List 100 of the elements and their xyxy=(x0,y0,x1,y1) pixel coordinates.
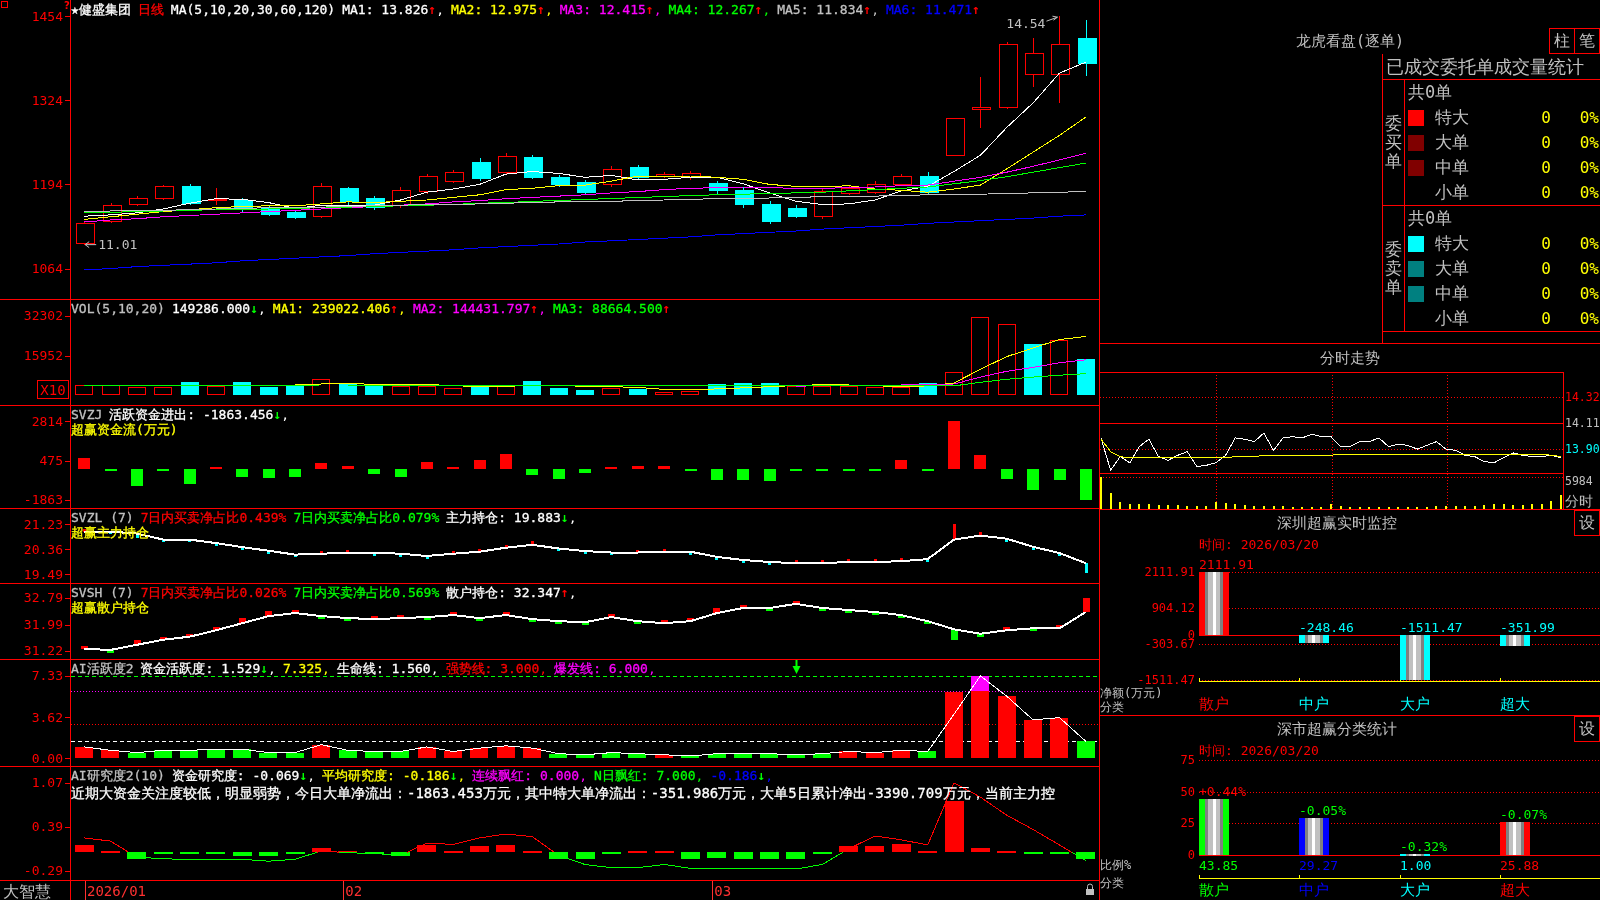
order-percent: 0% xyxy=(1578,158,1600,177)
legend-text: SVZL (7) xyxy=(71,510,134,525)
axis-tick-label: 1454 xyxy=(31,8,71,24)
y-tick-label: 1454 xyxy=(31,8,64,24)
price-candle xyxy=(313,182,332,219)
y-tick-label: 7.33 xyxy=(31,668,63,684)
category-label: 散户 xyxy=(1199,881,1229,899)
legend-separator: , xyxy=(436,2,444,17)
price-candle xyxy=(1025,37,1044,88)
scale-unit-label: X10 xyxy=(37,380,69,399)
trend-arrow: ↑ xyxy=(537,2,545,17)
legend-separator: , xyxy=(539,661,548,676)
settings-button[interactable]: 设 xyxy=(1574,716,1600,742)
chart-title: 深市超赢分类统计 xyxy=(1277,719,1397,739)
axis-label: 比例% xyxy=(1100,858,1132,872)
legend-separator: , xyxy=(538,301,546,316)
high-price-label: 14.54 xyxy=(1006,15,1058,31)
category-label: 大户 xyxy=(1400,695,1430,713)
legend-text: N日飘红: 7.000 xyxy=(594,768,696,783)
legend-separator: , xyxy=(765,768,774,783)
legend-text: MA5: 11.834 xyxy=(777,2,864,17)
order-total: 共0单 xyxy=(1408,81,1453,104)
legend-text: 超赢资金流(万元) xyxy=(71,422,178,437)
order-percent: 0% xyxy=(1578,284,1600,303)
price-candle xyxy=(129,195,148,207)
chart-mode-button[interactable]: 笔 xyxy=(1574,28,1600,54)
legend-text: MA2: 144431.797 xyxy=(412,301,531,316)
legend-text: MA(5,10,20,30,60,120) xyxy=(170,2,336,17)
axis-tick-label: 2814 xyxy=(31,413,71,429)
order-size-label: 特大 xyxy=(1435,106,1470,129)
legend-text: 超赢散户持仓 xyxy=(71,600,149,615)
value-label: 43.85 xyxy=(1199,857,1239,873)
price-candle xyxy=(762,200,781,225)
legend-text: MA6: 11.471 xyxy=(885,2,973,17)
legend-text: 7日内买卖净占比0.569% xyxy=(293,585,440,600)
price-candle xyxy=(735,186,754,209)
trend-arrow: ↑ xyxy=(560,585,569,600)
trend-arrow: ↑ xyxy=(972,2,980,17)
price-candle xyxy=(709,180,728,195)
category-label: 超大 xyxy=(1500,881,1530,899)
y-tick-label: 475 xyxy=(39,453,63,469)
axis-label: 分类 xyxy=(1100,876,1124,890)
y-tick-label: 1194 xyxy=(31,176,64,192)
change-label: -0.05% xyxy=(1299,802,1346,818)
legend-separator: , xyxy=(322,661,330,676)
trend-arrow: ↑ xyxy=(390,301,399,316)
axis-tick-label: -0.29 xyxy=(23,863,71,879)
category-label: 大户 xyxy=(1400,881,1430,899)
value-label: 25.88 xyxy=(1500,857,1540,873)
price-candle xyxy=(182,183,201,206)
legend-separator: , xyxy=(281,407,290,422)
axis-tick-label: 32302 xyxy=(23,308,71,324)
price-candle xyxy=(946,118,965,157)
legend-text: -0.186 xyxy=(710,768,758,783)
legend-text: 149286.000 xyxy=(171,301,251,316)
order-percent: 0% xyxy=(1578,259,1600,278)
axis-tick-label: 0 xyxy=(1187,848,1195,862)
settings-button[interactable]: 设 xyxy=(1574,510,1600,536)
category-label: 散户 xyxy=(1199,695,1229,713)
change-label: +0.44% xyxy=(1199,783,1246,799)
legend-text: SVSH (7) xyxy=(71,585,134,600)
y-tick-label: 2814 xyxy=(31,413,64,429)
y-tick-label: 0.00 xyxy=(31,750,63,766)
axis-tick-label: 3.62 xyxy=(31,709,71,725)
price-candle xyxy=(234,197,253,213)
trend-arrow: ↑ xyxy=(662,301,671,316)
value-label: 29.27 xyxy=(1299,857,1339,873)
chart-title: 深圳超赢实时监控 xyxy=(1277,513,1397,533)
trend-arrow: ↑ xyxy=(863,2,872,17)
trend-arrow: ↓ xyxy=(299,768,308,783)
axis-tick-label: 25 xyxy=(1180,816,1195,831)
value-label: -1511.47 xyxy=(1400,619,1463,635)
order-count: 0 xyxy=(1540,183,1552,202)
axis-tick-label: 475 xyxy=(39,453,71,468)
y-tick-label: 3.62 xyxy=(31,709,63,725)
y-tick-label: 32.79 xyxy=(23,590,63,606)
legend-text: 强势线: 3.000 xyxy=(445,661,540,676)
axis-tick-label: -1863 xyxy=(23,492,71,508)
annotation: 14.54 xyxy=(1006,15,1046,31)
price-candle xyxy=(392,186,411,209)
legend-separator: , xyxy=(568,585,577,600)
price-candle xyxy=(524,154,543,180)
order-total: 共0单 xyxy=(1408,207,1453,230)
legend-separator: , xyxy=(457,768,466,783)
value-label: -351.99 xyxy=(1500,619,1555,635)
panel-title: 分时走势 xyxy=(1320,348,1380,368)
order-count: 0 xyxy=(1540,309,1552,328)
legend-text: 活跃资金进出: -1863.456 xyxy=(109,407,274,422)
legend-separator: , xyxy=(430,661,439,676)
legend-text: 资金研究度: -0.069 xyxy=(171,768,300,783)
axis-tick-label: 5984 xyxy=(1565,474,1593,488)
axis-tick-label: 31.22 xyxy=(23,643,71,659)
price-candle xyxy=(656,171,675,179)
order-percent: 0% xyxy=(1578,183,1600,202)
price-candle xyxy=(682,170,701,181)
price-candle xyxy=(867,180,886,195)
y-tick-label: -1863 xyxy=(23,492,63,508)
panel-title: 龙虎看盘(逐单) xyxy=(1295,31,1405,51)
chart-mode-button[interactable]: 柱 xyxy=(1549,28,1575,54)
y-tick-label: 1064 xyxy=(31,261,64,277)
